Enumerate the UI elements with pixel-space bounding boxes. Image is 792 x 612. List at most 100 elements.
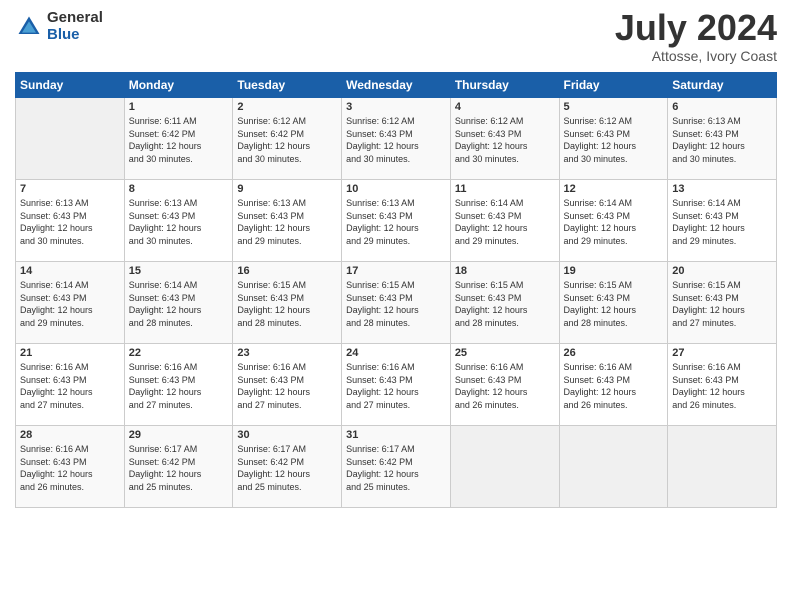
table-row: 24Sunrise: 6:16 AM Sunset: 6:43 PM Dayli… <box>342 344 451 426</box>
day-info: Sunrise: 6:16 AM Sunset: 6:43 PM Dayligh… <box>672 361 772 411</box>
day-info: Sunrise: 6:16 AM Sunset: 6:43 PM Dayligh… <box>455 361 555 411</box>
header-monday: Monday <box>124 73 233 98</box>
day-info: Sunrise: 6:15 AM Sunset: 6:43 PM Dayligh… <box>672 279 772 329</box>
table-row: 9 Sunrise: 6:13 AM Sunset: 6:43 PM Daylig… <box>233 180 342 262</box>
table-row: 13 Sunrise: 6:14 AM Sunset: 6:43 PM Dayli… <box>668 180 777 262</box>
table-row: 19Sunrise: 6:15 AM Sunset: 6:43 PM Dayli… <box>559 262 668 344</box>
logo-blue: Blue <box>47 27 103 44</box>
day-number: 22 <box>129 347 229 359</box>
day-number: 31 <box>346 429 446 441</box>
day-number: 15 <box>129 265 229 277</box>
day-number: 11 <box>455 183 555 195</box>
table-row: 12Sunrise: 6:14 AM Sunset: 6:43 PM Dayli… <box>559 180 668 262</box>
table-row: 23 Sunrise: 6:16 AM Sunset: 6:43 PM Dayli… <box>233 344 342 426</box>
day-info: Sunrise: 6:12 AM Sunset: 6:42 PM Dayligh… <box>237 115 337 165</box>
table-row: 18 Sunrise: 6:15 AM Sunset: 6:43 PM Dayli… <box>450 262 559 344</box>
day-number: 21 <box>20 347 120 359</box>
title-block: July 2024 Attosse, Ivory Coast <box>615 10 777 64</box>
calendar-week-3: 14 Sunrise: 6:14 AM Sunset: 6:43 PM Dayli… <box>16 262 777 344</box>
day-number: 5 <box>564 101 664 113</box>
table-row: 16 Sunrise: 6:15 AM Sunset: 6:43 PM Dayli… <box>233 262 342 344</box>
calendar-week-2: 7 Sunrise: 6:13 AM Sunset: 6:43 PM Daylig… <box>16 180 777 262</box>
day-info: Sunrise: 6:12 AM Sunset: 6:43 PM Dayligh… <box>346 115 446 165</box>
logo-icon <box>15 13 43 41</box>
calendar-week-4: 21 Sunrise: 6:16 AM Sunset: 6:43 PM Dayli… <box>16 344 777 426</box>
table-row: 30 Sunrise: 6:17 AM Sunset: 6:42 PM Dayli… <box>233 426 342 508</box>
table-row: 20 Sunrise: 6:15 AM Sunset: 6:43 PM Dayli… <box>668 262 777 344</box>
day-info: Sunrise: 6:17 AM Sunset: 6:42 PM Dayligh… <box>346 443 446 493</box>
day-info: Sunrise: 6:14 AM Sunset: 6:43 PM Dayligh… <box>129 279 229 329</box>
calendar-week-5: 28Sunrise: 6:16 AM Sunset: 6:43 PM Dayli… <box>16 426 777 508</box>
table-row: 31 Sunrise: 6:17 AM Sunset: 6:42 PM Dayli… <box>342 426 451 508</box>
header-thursday: Thursday <box>450 73 559 98</box>
day-number: 20 <box>672 265 772 277</box>
day-number: 7 <box>20 183 120 195</box>
table-row: 5 Sunrise: 6:12 AM Sunset: 6:43 PM Daylig… <box>559 98 668 180</box>
calendar-table: Sunday Monday Tuesday Wednesday Thursday… <box>15 72 777 508</box>
logo: General Blue <box>15 10 103 43</box>
table-row: 14 Sunrise: 6:14 AM Sunset: 6:43 PM Dayli… <box>16 262 125 344</box>
day-info: Sunrise: 6:14 AM Sunset: 6:43 PM Dayligh… <box>20 279 120 329</box>
table-row: 21 Sunrise: 6:16 AM Sunset: 6:43 PM Dayli… <box>16 344 125 426</box>
day-info: Sunrise: 6:16 AM Sunset: 6:43 PM Dayligh… <box>129 361 229 411</box>
day-info: Sunrise: 6:16 AM Sunset: 6:43 PM Dayligh… <box>237 361 337 411</box>
day-info: Sunrise: 6:17 AM Sunset: 6:42 PM Dayligh… <box>237 443 337 493</box>
header-tuesday: Tuesday <box>233 73 342 98</box>
table-row: 1 Sunrise: 6:11 AM Sunset: 6:42 PM Daylig… <box>124 98 233 180</box>
table-row <box>668 426 777 508</box>
day-number: 30 <box>237 429 337 441</box>
day-info: Sunrise: 6:16 AM Sunset: 6:43 PM Dayligh… <box>564 361 664 411</box>
header-wednesday: Wednesday <box>342 73 451 98</box>
table-row: 11 Sunrise: 6:14 AM Sunset: 6:43 PM Dayli… <box>450 180 559 262</box>
table-row: 2 Sunrise: 6:12 AM Sunset: 6:42 PM Daylig… <box>233 98 342 180</box>
month-title: July 2024 <box>615 10 777 46</box>
day-info: Sunrise: 6:16 AM Sunset: 6:43 PM Dayligh… <box>20 361 120 411</box>
table-row: 10 Sunrise: 6:13 AM Sunset: 6:43 PM Dayli… <box>342 180 451 262</box>
table-row: 29Sunrise: 6:17 AM Sunset: 6:42 PM Dayli… <box>124 426 233 508</box>
day-info: Sunrise: 6:14 AM Sunset: 6:43 PM Dayligh… <box>672 197 772 247</box>
table-row <box>559 426 668 508</box>
day-info: Sunrise: 6:14 AM Sunset: 6:43 PM Dayligh… <box>564 197 664 247</box>
weekday-header-row: Sunday Monday Tuesday Wednesday Thursday… <box>16 73 777 98</box>
header-sunday: Sunday <box>16 73 125 98</box>
table-row: 17Sunrise: 6:15 AM Sunset: 6:43 PM Dayli… <box>342 262 451 344</box>
day-info: Sunrise: 6:13 AM Sunset: 6:43 PM Dayligh… <box>237 197 337 247</box>
table-row: 28Sunrise: 6:16 AM Sunset: 6:43 PM Dayli… <box>16 426 125 508</box>
table-row: 26Sunrise: 6:16 AM Sunset: 6:43 PM Dayli… <box>559 344 668 426</box>
day-number: 9 <box>237 183 337 195</box>
day-number: 14 <box>20 265 120 277</box>
table-row: 3Sunrise: 6:12 AM Sunset: 6:43 PM Daylig… <box>342 98 451 180</box>
day-info: Sunrise: 6:16 AM Sunset: 6:43 PM Dayligh… <box>20 443 120 493</box>
day-info: Sunrise: 6:12 AM Sunset: 6:43 PM Dayligh… <box>564 115 664 165</box>
day-info: Sunrise: 6:15 AM Sunset: 6:43 PM Dayligh… <box>237 279 337 329</box>
day-info: Sunrise: 6:13 AM Sunset: 6:43 PM Dayligh… <box>346 197 446 247</box>
day-number: 27 <box>672 347 772 359</box>
header-saturday: Saturday <box>668 73 777 98</box>
header: General Blue July 2024 Attosse, Ivory Co… <box>15 10 777 64</box>
day-info: Sunrise: 6:11 AM Sunset: 6:42 PM Dayligh… <box>129 115 229 165</box>
table-row <box>16 98 125 180</box>
day-info: Sunrise: 6:13 AM Sunset: 6:43 PM Dayligh… <box>672 115 772 165</box>
table-row: 27 Sunrise: 6:16 AM Sunset: 6:43 PM Dayli… <box>668 344 777 426</box>
day-number: 13 <box>672 183 772 195</box>
day-number: 16 <box>237 265 337 277</box>
location: Attosse, Ivory Coast <box>615 48 777 64</box>
table-row <box>450 426 559 508</box>
day-number: 18 <box>455 265 555 277</box>
day-info: Sunrise: 6:12 AM Sunset: 6:43 PM Dayligh… <box>455 115 555 165</box>
day-number: 25 <box>455 347 555 359</box>
day-number: 19 <box>564 265 664 277</box>
table-row: 22 Sunrise: 6:16 AM Sunset: 6:43 PM Dayli… <box>124 344 233 426</box>
day-info: Sunrise: 6:14 AM Sunset: 6:43 PM Dayligh… <box>455 197 555 247</box>
logo-text: General Blue <box>47 10 103 43</box>
table-row: 4Sunrise: 6:12 AM Sunset: 6:43 PM Daylig… <box>450 98 559 180</box>
day-info: Sunrise: 6:16 AM Sunset: 6:43 PM Dayligh… <box>346 361 446 411</box>
day-number: 2 <box>237 101 337 113</box>
day-number: 17 <box>346 265 446 277</box>
day-info: Sunrise: 6:15 AM Sunset: 6:43 PM Dayligh… <box>455 279 555 329</box>
day-number: 1 <box>129 101 229 113</box>
day-number: 10 <box>346 183 446 195</box>
day-number: 23 <box>237 347 337 359</box>
table-row: 6Sunrise: 6:13 AM Sunset: 6:43 PM Daylig… <box>668 98 777 180</box>
logo-general: General <box>47 10 103 27</box>
